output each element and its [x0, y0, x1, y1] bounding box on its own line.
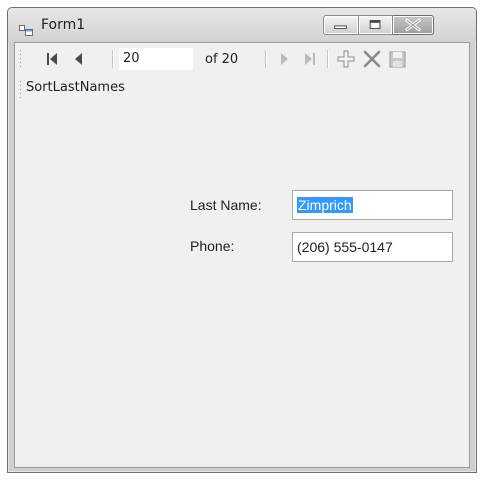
add-new-button[interactable] [335, 48, 357, 70]
move-previous-button[interactable] [68, 48, 90, 70]
close-icon [405, 18, 421, 32]
save-icon [389, 51, 406, 68]
binding-navigator-toolbar: 20 of 20 [15, 43, 469, 76]
move-first-button[interactable] [41, 48, 63, 70]
count-label: of 20 [205, 52, 239, 67]
position-input[interactable]: 20 [119, 48, 193, 70]
toolbar-separator [327, 50, 329, 68]
move-previous-icon [75, 53, 82, 65]
last-name-label: Last Name: [190, 197, 262, 213]
move-last-icon [305, 53, 315, 65]
minimize-button[interactable] [323, 15, 359, 35]
toolbar-grip-icon[interactable] [19, 49, 22, 69]
phone-label: Phone: [190, 238, 235, 254]
last-name-value: Zimprich [297, 197, 353, 213]
menu-grip-icon[interactable] [19, 80, 22, 100]
move-last-button[interactable] [299, 48, 321, 70]
toolbar-separator [265, 50, 267, 68]
delete-button[interactable] [361, 48, 383, 70]
form-client-area: 20 of 20 SortLastNames Last Name: Zimpri… [14, 42, 470, 468]
move-next-icon [281, 53, 288, 65]
title-bar[interactable]: Form1 [8, 8, 476, 42]
maximize-button[interactable] [359, 15, 393, 35]
add-new-icon [337, 50, 355, 68]
save-button[interactable] [387, 48, 409, 70]
toolbar-separator [112, 50, 114, 68]
last-name-field[interactable]: Zimprich [292, 190, 453, 220]
move-first-icon [47, 53, 57, 65]
close-button[interactable] [393, 15, 434, 35]
form1-window: Form1 20 of 20 SortLastNames Last Name: … [7, 7, 477, 473]
window-title: Form1 [41, 17, 86, 33]
maximize-icon [369, 20, 381, 30]
delete-icon [363, 50, 381, 68]
phone-field[interactable]: (206) 555-0147 [292, 232, 453, 262]
minimize-icon [334, 25, 347, 30]
menu-item-sortlastnames[interactable]: SortLastNames [26, 80, 125, 95]
move-next-button[interactable] [273, 48, 295, 70]
form-app-icon [19, 21, 33, 36]
